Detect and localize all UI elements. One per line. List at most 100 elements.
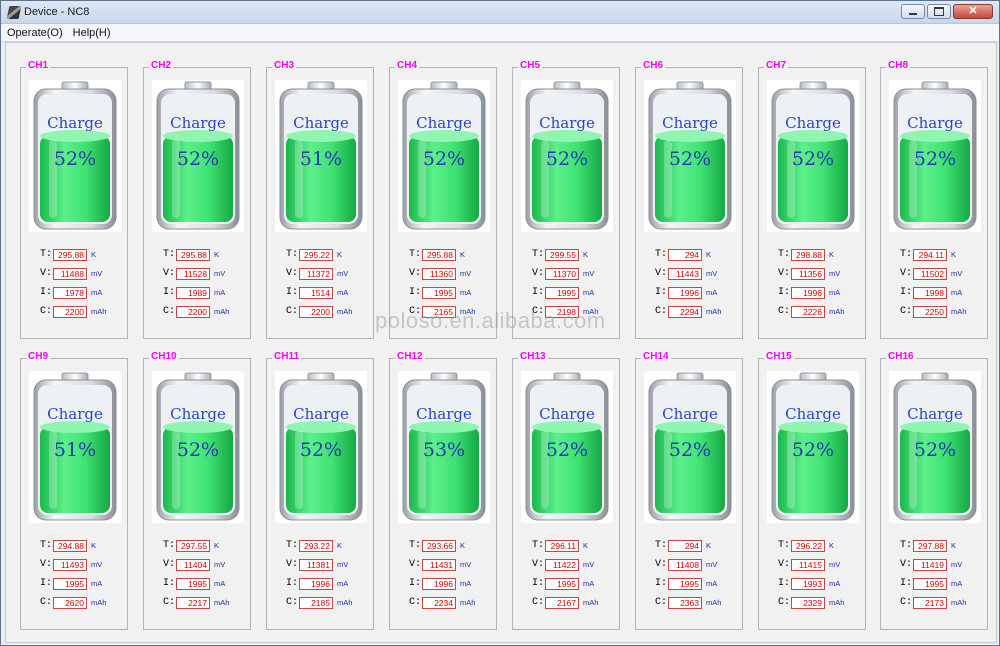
- reading-value-i[interactable]: 1995: [545, 578, 579, 590]
- reading-row-i: I: 1995 mA: [144, 578, 252, 592]
- reading-value-t[interactable]: 299.55: [545, 249, 579, 261]
- field-label: C:: [162, 597, 175, 608]
- reading-value-t[interactable]: 295.88: [176, 249, 210, 261]
- reading-row-t: T: 299.55 K: [513, 249, 621, 263]
- reading-value-v[interactable]: 11502: [913, 268, 947, 280]
- reading-value-i[interactable]: 1993: [791, 578, 825, 590]
- reading-row-t: T: 293.66 K: [390, 540, 498, 554]
- reading-value-i[interactable]: 1996: [422, 578, 456, 590]
- reading-value-t[interactable]: 297.88: [913, 540, 947, 552]
- charge-status-text: Charge: [907, 114, 963, 132]
- reading-value-t[interactable]: 298.88: [791, 249, 825, 261]
- charge-percent-text: 52%: [913, 148, 957, 170]
- reading-value-v[interactable]: 11493: [53, 559, 87, 571]
- minimize-button[interactable]: [901, 4, 925, 19]
- reading-value-v[interactable]: 11360: [422, 268, 456, 280]
- reading-value-c[interactable]: 2185: [299, 597, 333, 609]
- unit-label: mV: [706, 560, 718, 569]
- reading-value-t[interactable]: 294.88: [53, 540, 87, 552]
- reading-value-c[interactable]: 2226: [791, 306, 825, 318]
- battery-icon: Charge 52%: [275, 371, 367, 523]
- reading-value-i[interactable]: 1514: [299, 287, 333, 299]
- reading-value-c[interactable]: 2173: [913, 597, 947, 609]
- reading-value-v[interactable]: 11419: [913, 559, 947, 571]
- charge-status-text: Charge: [662, 405, 718, 423]
- reading-value-t[interactable]: 295.88: [53, 249, 87, 261]
- battery-icon: Charge 52%: [398, 80, 490, 232]
- reading-value-v[interactable]: 11443: [668, 268, 702, 280]
- reading-value-c[interactable]: 2620: [53, 597, 87, 609]
- reading-value-t[interactable]: 294.11: [913, 249, 947, 261]
- reading-value-v[interactable]: 11431: [422, 559, 456, 571]
- reading-value-t[interactable]: 297.55: [176, 540, 210, 552]
- field-label: T:: [408, 540, 421, 551]
- reading-value-v[interactable]: 11356: [791, 268, 825, 280]
- reading-row-v: V: 11360 mV: [390, 268, 498, 282]
- reading-value-i[interactable]: 1995: [422, 287, 456, 299]
- reading-value-v[interactable]: 11408: [668, 559, 702, 571]
- reading-value-i[interactable]: 1996: [668, 287, 702, 299]
- field-label: V:: [285, 559, 298, 570]
- reading-value-t[interactable]: 293.22: [299, 540, 333, 552]
- reading-value-t[interactable]: 295.88: [422, 249, 456, 261]
- menu-help[interactable]: Help(H): [73, 27, 111, 39]
- title-bar[interactable]: Device - NC8 ✕: [1, 1, 999, 24]
- close-icon: ✕: [968, 5, 978, 17]
- reading-value-c[interactable]: 2167: [545, 597, 579, 609]
- reading-value-c[interactable]: 2234: [422, 597, 456, 609]
- reading-value-t[interactable]: 296.22: [791, 540, 825, 552]
- reading-value-t[interactable]: 294: [668, 249, 702, 261]
- reading-value-v[interactable]: 11415: [791, 559, 825, 571]
- reading-value-c[interactable]: 2250: [913, 306, 947, 318]
- field-label: T:: [777, 249, 790, 260]
- reading-value-c[interactable]: 2200: [176, 306, 210, 318]
- reading-value-i[interactable]: 1978: [53, 287, 87, 299]
- reading-value-c[interactable]: 2217: [176, 597, 210, 609]
- channel-panel: CH10 Charge 52% T: 297.55 K V: 11404 mV I: 1995 mA C…: [143, 351, 252, 630]
- reading-value-v[interactable]: 11372: [299, 268, 333, 280]
- reading-value-t[interactable]: 293.66: [422, 540, 456, 552]
- reading-value-c[interactable]: 2294: [668, 306, 702, 318]
- reading-row-v: V: 11419 mV: [881, 559, 989, 573]
- reading-value-t[interactable]: 295.22: [299, 249, 333, 261]
- reading-value-i[interactable]: 1989: [176, 287, 210, 299]
- reading-value-v[interactable]: 11381: [299, 559, 333, 571]
- close-button[interactable]: ✕: [953, 4, 993, 19]
- reading-row-c: C: 2165 mAh: [390, 306, 498, 320]
- reading-value-i[interactable]: 1995: [53, 578, 87, 590]
- reading-value-v[interactable]: 11422: [545, 559, 579, 571]
- reading-value-c[interactable]: 2200: [53, 306, 87, 318]
- reading-value-v[interactable]: 11488: [53, 268, 87, 280]
- reading-value-i[interactable]: 1998: [913, 287, 947, 299]
- reading-value-i[interactable]: 1995: [545, 287, 579, 299]
- channel-label: CH4: [395, 60, 420, 71]
- reading-value-i[interactable]: 1995: [176, 578, 210, 590]
- charge-percent-text: 52%: [545, 439, 589, 461]
- field-label: I:: [899, 578, 912, 589]
- reading-value-i[interactable]: 1996: [791, 287, 825, 299]
- charge-percent-text: 52%: [668, 439, 712, 461]
- reading-value-c[interactable]: 2165: [422, 306, 456, 318]
- reading-value-v[interactable]: 11404: [176, 559, 210, 571]
- reading-value-t[interactable]: 296.11: [545, 540, 579, 552]
- reading-value-v[interactable]: 11370: [545, 268, 579, 280]
- menu-operate[interactable]: Operate(O): [7, 27, 63, 39]
- charge-status-text: Charge: [662, 114, 718, 132]
- reading-value-v[interactable]: 11528: [176, 268, 210, 280]
- reading-value-c[interactable]: 2329: [791, 597, 825, 609]
- reading-row-v: V: 11404 mV: [144, 559, 252, 573]
- reading-value-i[interactable]: 1995: [668, 578, 702, 590]
- reading-value-c[interactable]: 2200: [299, 306, 333, 318]
- field-label: I:: [39, 287, 52, 298]
- reading-value-c[interactable]: 2198: [545, 306, 579, 318]
- unit-label: mAh: [214, 598, 230, 607]
- reading-row-t: T: 294 K: [636, 540, 744, 554]
- reading-value-t[interactable]: 294: [668, 540, 702, 552]
- unit-label: mA: [951, 579, 963, 588]
- field-label: I:: [654, 287, 667, 298]
- maximize-button[interactable]: [927, 4, 951, 19]
- reading-value-i[interactable]: 1995: [913, 578, 947, 590]
- reading-value-i[interactable]: 1996: [299, 578, 333, 590]
- field-label: T:: [777, 540, 790, 551]
- reading-value-c[interactable]: 2363: [668, 597, 702, 609]
